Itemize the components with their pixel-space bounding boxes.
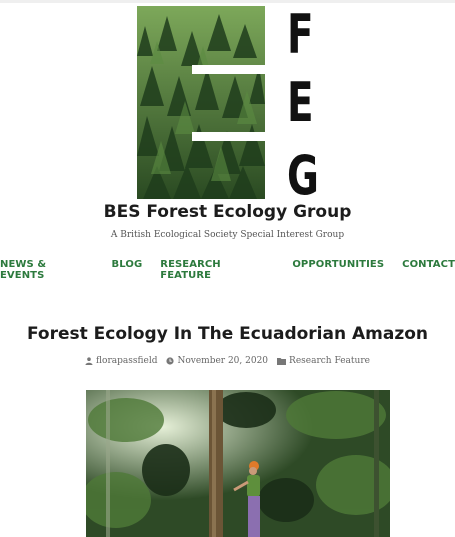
post-date: November 20, 2020	[166, 356, 268, 366]
site-tagline: A British Ecological Society Special Int…	[110, 230, 345, 240]
post-date-link[interactable]: November 20, 2020	[177, 356, 268, 366]
nav-item-opportunities[interactable]: OPPORTUNITIES	[292, 259, 384, 281]
clock-icon	[166, 357, 175, 365]
logo-letter-e: E	[287, 71, 314, 134]
nav-item-contact[interactable]: CONTACT	[402, 259, 455, 281]
post-category: Research Feature	[277, 356, 370, 366]
post-title[interactable]: Forest Ecology In The Ecuadorian Amazon	[0, 324, 455, 344]
post-meta: florapassfield November 20, 2020 Researc…	[0, 356, 455, 366]
site-title[interactable]: BES Forest Ecology Group	[0, 202, 455, 222]
site-logo[interactable]: F E G	[137, 3, 323, 203]
folder-icon	[277, 357, 287, 365]
post-author-link[interactable]: florapassfield	[96, 356, 157, 366]
top-border	[0, 0, 455, 3]
post-author: florapassfield	[85, 356, 157, 366]
nav-item-research-feature[interactable]: RESEARCH FEATURE	[160, 259, 274, 281]
logo-bar-bottom	[192, 132, 265, 141]
main-navigation: NEWS & EVENTS BLOG RESEARCH FEATURE OPPO…	[0, 259, 455, 281]
person-icon	[85, 357, 93, 365]
logo-letter-f: F	[287, 3, 314, 66]
nav-item-news-events[interactable]: NEWS & EVENTS	[0, 259, 94, 281]
logo-forest-image	[137, 6, 265, 199]
post-featured-image[interactable]	[86, 390, 390, 537]
logo-letter-g: G	[287, 144, 319, 207]
post-category-link[interactable]: Research Feature	[289, 356, 370, 366]
logo-bar-top	[192, 65, 265, 74]
nav-item-blog[interactable]: BLOG	[112, 259, 143, 281]
